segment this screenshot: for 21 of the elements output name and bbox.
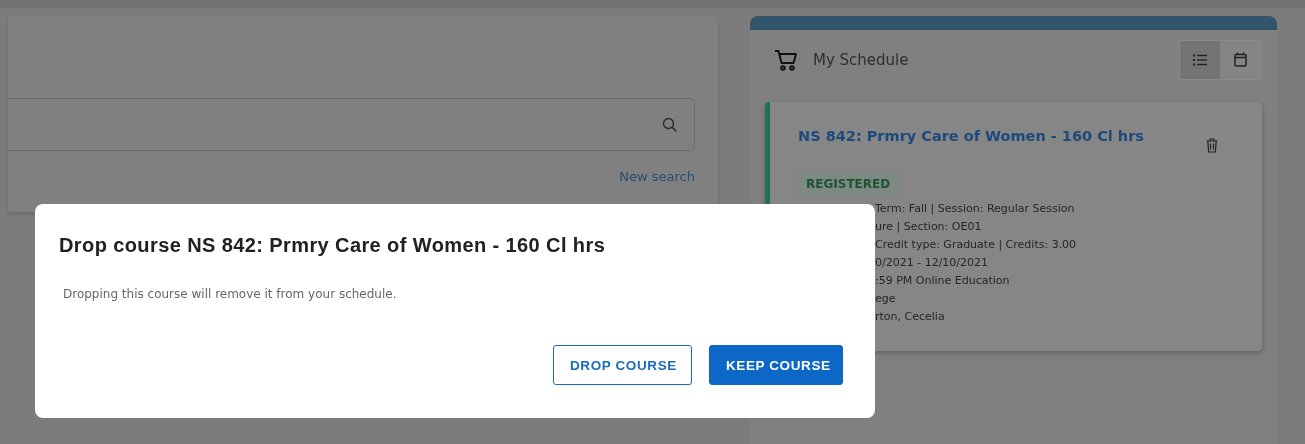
list-view-button[interactable]: [1180, 40, 1220, 79]
cart-icon: [774, 47, 798, 72]
detail-line: 0/2021 - 12/10/2021: [875, 255, 990, 271]
status-badge: REGISTERED: [798, 171, 899, 197]
detail-line: Term: Fall | Session: Regular Session: [875, 201, 1076, 217]
calendar-icon: [1233, 52, 1247, 67]
detail-line: rton, Cecelia: [875, 309, 946, 325]
trash-icon[interactable]: [1206, 138, 1218, 153]
schedule-title: My Schedule: [813, 50, 910, 69]
dialog-title: Drop course NS 842: Prmry Care of Women - 160 Cl hrs: [59, 234, 607, 257]
dialog-message: Dropping this course will remove it from your schedule.: [63, 287, 398, 301]
keep-course-button[interactable]: KEEP COURSE: [709, 345, 843, 385]
list-icon: [1193, 53, 1207, 66]
detail-line: Credit type: Graduate | Credits: 3.00: [875, 237, 1078, 253]
search-icon: [662, 116, 678, 133]
calendar-view-button[interactable]: [1220, 40, 1260, 79]
detail-line: :59 PM Online Education: [875, 273, 1011, 289]
detail-line: ege: [875, 291, 897, 307]
detail-line: ure | Section: OE01: [875, 219, 983, 235]
drop-course-button[interactable]: DROP COURSE: [553, 345, 692, 385]
search-field[interactable]: [8, 98, 695, 151]
